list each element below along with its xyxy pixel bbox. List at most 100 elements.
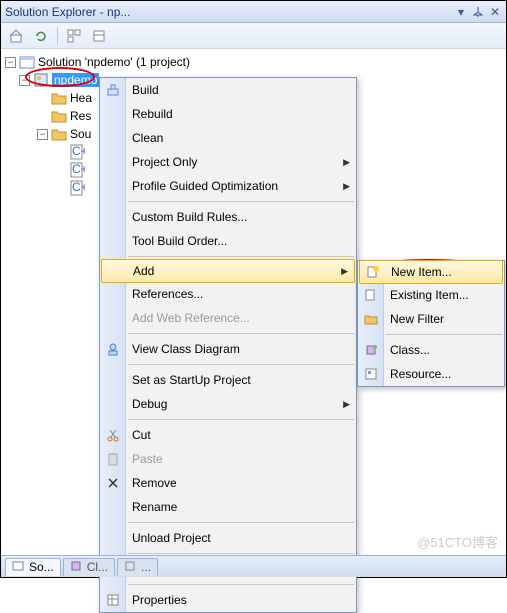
menu-clean[interactable]: Clean	[100, 126, 356, 150]
collapse-icon[interactable]: −	[19, 75, 30, 86]
folder-icon	[51, 126, 67, 142]
menu-label: Existing Item...	[390, 288, 469, 302]
menu-label: New Filter	[390, 312, 444, 326]
menu-separator	[128, 522, 354, 523]
watermark: @51CTO博客	[417, 532, 498, 551]
folder-label: Res	[70, 109, 91, 123]
home-icon[interactable]	[5, 25, 27, 47]
build-icon	[104, 81, 122, 99]
refresh-icon[interactable]	[30, 25, 52, 47]
svg-text:C+: C+	[72, 180, 85, 194]
menu-label: Clean	[132, 131, 163, 145]
folder-icon	[362, 310, 380, 328]
pin-icon[interactable]	[471, 5, 485, 19]
close-icon[interactable]: ✕	[488, 5, 502, 19]
menu-debug[interactable]: Debug▶	[100, 392, 356, 416]
menu-rebuild[interactable]: Rebuild	[100, 102, 356, 126]
menu-label: Resource...	[390, 367, 451, 381]
menu-label: Add Web Reference...	[132, 311, 250, 325]
properties-icon[interactable]	[88, 25, 110, 47]
collapse-icon[interactable]: −	[5, 57, 16, 68]
tab-icon	[124, 560, 138, 574]
cut-icon	[104, 426, 122, 444]
menu-separator	[128, 333, 354, 334]
menu-separator	[386, 334, 502, 335]
submenu-arrow-icon: ▶	[343, 399, 350, 410]
submenu-arrow-icon: ▶	[343, 181, 350, 192]
menu-label: View Class Diagram	[132, 342, 240, 356]
paste-icon	[104, 450, 122, 468]
tab-label: So...	[29, 560, 54, 574]
class-icon	[362, 341, 380, 359]
menu-label: Set as StartUp Project	[132, 373, 251, 387]
new-item-icon	[364, 263, 382, 281]
menu-label: References...	[132, 287, 203, 301]
menu-new-filter[interactable]: New Filter	[358, 307, 504, 331]
show-all-icon[interactable]	[63, 25, 85, 47]
resource-icon	[362, 365, 380, 383]
menu-separator	[128, 419, 354, 420]
menu-separator	[128, 201, 354, 202]
svg-text:C+: C+	[72, 162, 85, 176]
cpp-file-icon: C+	[69, 144, 85, 160]
menu-label: Custom Build Rules...	[132, 210, 247, 224]
tab-other[interactable]: ...	[117, 558, 158, 576]
bottom-tabs: So... Cl... ...	[1, 555, 506, 577]
folder-icon	[51, 108, 67, 124]
folder-label: Hea	[70, 91, 92, 105]
menu-cut[interactable]: Cut	[100, 423, 356, 447]
menu-new-item[interactable]: New Item...	[359, 260, 503, 284]
menu-label: Properties	[132, 593, 187, 607]
cpp-file-icon: C+	[69, 162, 85, 178]
menu-class[interactable]: Class...	[358, 338, 504, 362]
tab-solution[interactable]: So...	[5, 558, 61, 576]
menu-build[interactable]: Build	[100, 78, 356, 102]
collapse-icon[interactable]: −	[37, 129, 48, 140]
solution-node[interactable]: − Solution 'npdemo' (1 project)	[3, 53, 504, 71]
class-view-icon	[70, 560, 84, 574]
menu-view-class-diagram[interactable]: View Class Diagram	[100, 337, 356, 361]
menu-pgo[interactable]: Profile Guided Optimization▶	[100, 174, 356, 198]
solution-explorer-toolbar	[1, 23, 506, 49]
dropdown-icon[interactable]: ▾	[454, 5, 468, 19]
menu-references[interactable]: References...	[100, 282, 356, 306]
menu-properties[interactable]: Properties	[100, 588, 356, 612]
tab-class-view[interactable]: Cl...	[63, 558, 115, 576]
menu-label: Class...	[390, 343, 430, 357]
menu-label: Rebuild	[132, 107, 173, 121]
menu-label: Cut	[132, 428, 151, 442]
menu-separator	[128, 256, 354, 257]
menu-separator	[128, 584, 354, 585]
menu-remove[interactable]: Remove	[100, 471, 356, 495]
submenu-arrow-icon: ▶	[341, 266, 348, 277]
menu-custom-build[interactable]: Custom Build Rules...	[100, 205, 356, 229]
menu-label: Paste	[132, 452, 163, 466]
menu-label: Project Only	[132, 155, 197, 169]
menu-paste: Paste	[100, 447, 356, 471]
menu-resource[interactable]: Resource...	[358, 362, 504, 386]
properties-icon	[104, 591, 122, 609]
menu-separator	[128, 364, 354, 365]
menu-label: Tool Build Order...	[132, 234, 227, 248]
menu-separator	[128, 553, 354, 554]
menu-label: New Item...	[391, 265, 452, 279]
solution-icon	[12, 560, 26, 574]
toolbar-separator	[57, 27, 58, 45]
menu-tool-build[interactable]: Tool Build Order...	[100, 229, 356, 253]
menu-project-only[interactable]: Project Only▶	[100, 150, 356, 174]
menu-add-web-reference: Add Web Reference...	[100, 306, 356, 330]
menu-rename[interactable]: Rename	[100, 495, 356, 519]
svg-text:C+: C+	[72, 144, 85, 158]
menu-add[interactable]: Add▶	[101, 259, 355, 283]
menu-label: Build	[132, 83, 159, 97]
menu-existing-item[interactable]: Existing Item...	[358, 283, 504, 307]
menu-startup[interactable]: Set as StartUp Project	[100, 368, 356, 392]
project-icon	[33, 72, 49, 88]
context-menu: Build Rebuild Clean Project Only▶ Profil…	[99, 77, 357, 613]
tab-label: Cl...	[87, 560, 108, 574]
solution-explorer-titlebar: Solution Explorer - np... ▾ ✕	[1, 1, 506, 23]
menu-unload[interactable]: Unload Project	[100, 526, 356, 550]
class-diagram-icon	[104, 340, 122, 358]
title-text: Solution Explorer - np...	[5, 5, 451, 19]
menu-label: Remove	[132, 476, 177, 490]
